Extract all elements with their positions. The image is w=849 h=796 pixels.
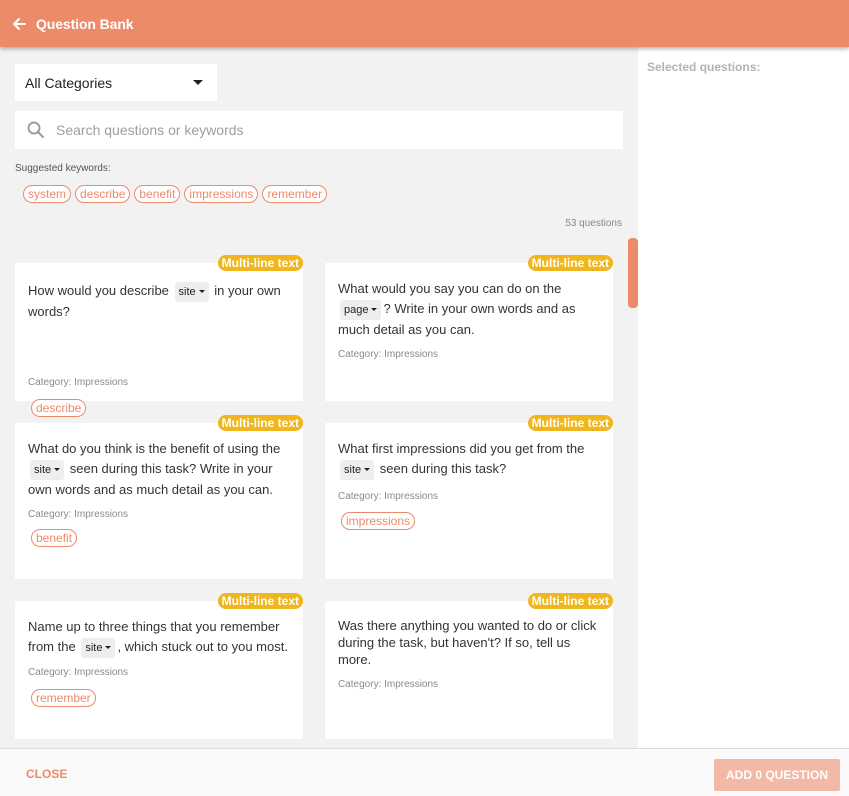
question-card[interactable]: Multi-line text What would you say you c… (325, 255, 613, 401)
caret-down-icon (364, 467, 371, 471)
caret-down-icon (198, 289, 205, 293)
keyword-chip[interactable]: describe (75, 185, 131, 203)
selected-questions-title: Selected questions: (647, 60, 761, 74)
caret-down-icon (371, 307, 378, 311)
question-card[interactable]: Multi-line text How would you describe s… (15, 255, 303, 417)
question-text: How would you describe site in your own … (28, 282, 281, 319)
add-question-button[interactable]: ADD 0 QUESTION (714, 759, 840, 791)
question-category: Category: Impressions (338, 349, 439, 360)
question-type-badge: Multi-line text (217, 255, 303, 271)
keyword-chip[interactable]: system (23, 185, 72, 203)
question-category: Category: Impressions (28, 377, 129, 388)
caret-down-icon (193, 80, 203, 85)
question-card[interactable]: Multi-line text What first impressions d… (325, 415, 613, 579)
placeholder-dropdown[interactable]: site (174, 282, 209, 302)
dialog-footer: CLOSE ADD 0 QUESTION (0, 748, 849, 796)
keyword-tag[interactable]: remember (31, 689, 96, 707)
question-count: 53 questions (565, 218, 622, 229)
question-category: Category: Impressions (28, 667, 129, 678)
question-type-badge: Multi-line text (217, 415, 303, 431)
keyword-chip[interactable]: remember (262, 185, 328, 203)
keyword-tag[interactable]: describe (31, 399, 87, 417)
keyword-tag[interactable]: benefit (31, 529, 78, 547)
placeholder-dropdown[interactable]: page (340, 300, 382, 320)
question-type-badge: Multi-line text (217, 593, 303, 609)
search-icon (15, 111, 48, 149)
caret-down-icon (105, 645, 112, 649)
caret-down-icon (54, 467, 61, 471)
question-type-badge: Multi-line text (527, 593, 613, 609)
question-category: Category: Impressions (338, 679, 439, 690)
question-text: What would you say you can do on the pag… (338, 281, 576, 337)
selected-questions-panel: Selected questions: (638, 47, 849, 748)
back-button[interactable] (0, 0, 36, 47)
question-type-badge: Multi-line text (527, 415, 613, 431)
search-box (15, 111, 623, 149)
question-card[interactable]: Multi-line text Was there anything you w… (325, 593, 613, 739)
close-button[interactable]: CLOSE (26, 767, 67, 781)
placeholder-dropdown[interactable]: site (340, 460, 375, 480)
category-select-value: All Categories (25, 74, 113, 91)
placeholder-dropdown[interactable]: site (81, 638, 116, 658)
suggested-keywords: system describe benefit impressions reme… (23, 185, 328, 203)
scrollbar-thumb[interactable] (628, 238, 638, 308)
question-card[interactable]: Multi-line text Name up to three things … (15, 593, 303, 739)
category-select[interactable]: All Categories (15, 64, 217, 101)
question-list-panel: All Categories Suggested keywords: syste… (0, 47, 638, 748)
question-text: Name up to three things that you remembe… (28, 617, 291, 658)
search-input[interactable] (48, 112, 623, 148)
placeholder-dropdown[interactable]: site (30, 460, 65, 480)
page-title: Question Bank (36, 15, 134, 32)
question-category: Category: Impressions (338, 491, 439, 502)
keyword-chip[interactable]: impressions (184, 185, 259, 203)
suggested-keywords-label: Suggested keywords: (15, 163, 111, 174)
question-text: Was there anything you wanted to do or c… (338, 618, 597, 667)
question-text: What first impressions did you get from … (338, 439, 601, 480)
question-type-badge: Multi-line text (527, 255, 613, 271)
keyword-chip[interactable]: benefit (134, 185, 181, 203)
question-card[interactable]: Multi-line text What do you think is the… (15, 415, 303, 579)
question-category: Category: Impressions (28, 509, 129, 520)
keyword-tag[interactable]: impressions (341, 512, 416, 530)
question-text: What do you think is the benefit of usin… (28, 441, 281, 497)
arrow-left-icon (13, 17, 26, 30)
app-header: Question Bank (0, 0, 849, 47)
